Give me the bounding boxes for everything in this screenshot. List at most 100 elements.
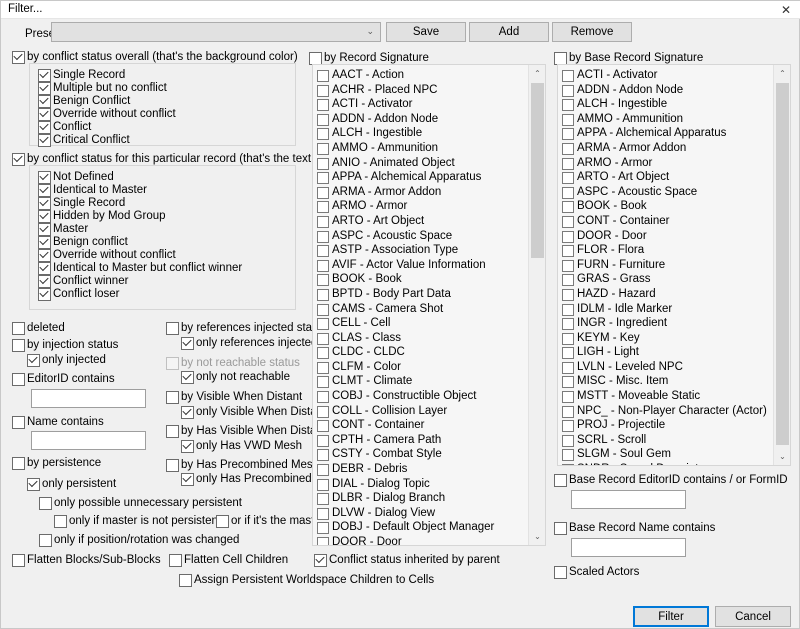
by-not-reachable-status-checkbox[interactable]: by not reachable status [166, 357, 300, 370]
base-record-signature-scrollbar[interactable]: ⌃ ⌄ [773, 65, 790, 465]
list-item[interactable]: KEYM - Key [562, 331, 773, 346]
list-item[interactable]: ACHR - Placed NPC [317, 83, 528, 98]
record-item-6[interactable]: Override without conflict [38, 249, 176, 262]
editorid-contains-checkbox[interactable]: EditorID contains [12, 373, 115, 386]
list-item[interactable]: CLDC - CLDC [317, 345, 528, 360]
record-signature-scrollbar[interactable]: ⌃ ⌄ [528, 65, 545, 545]
list-item[interactable]: ALCH - Ingestible [562, 97, 773, 112]
name-contains-checkbox[interactable]: Name contains [12, 416, 104, 429]
scrollbar-thumb[interactable] [776, 83, 789, 445]
list-item[interactable]: ARTO - Art Object [562, 170, 773, 185]
list-item[interactable]: LVLN - Leveled NPC [562, 360, 773, 375]
save-button[interactable]: Save [386, 22, 466, 42]
add-button[interactable]: Add [469, 22, 549, 42]
list-item[interactable]: CONT - Container [317, 418, 528, 433]
list-item[interactable]: DLVW - Dialog View [317, 506, 528, 521]
list-item[interactable]: ASPC - Acoustic Space [562, 185, 773, 200]
base-editorid-input[interactable] [571, 490, 686, 509]
overall-item-2[interactable]: Benign Conflict [38, 95, 130, 108]
list-item[interactable]: AMMO - Ammunition [317, 141, 528, 156]
list-item[interactable]: ANIO - Animated Object [317, 156, 528, 171]
list-item[interactable]: DOBJ - Default Object Manager [317, 520, 528, 535]
list-item[interactable]: ALCH - Ingestible [317, 126, 528, 141]
name-input[interactable] [31, 431, 146, 450]
list-item[interactable]: AACT - Action [317, 68, 528, 83]
assign-persistent-worldspace-checkbox[interactable]: Assign Persistent Worldspace Children to… [179, 574, 434, 587]
list-item[interactable]: PROJ - Projectile [562, 418, 773, 433]
list-item[interactable]: BOOK - Book [562, 199, 773, 214]
list-item[interactable]: COBJ - Constructible Object [317, 389, 528, 404]
list-item[interactable]: CPTH - Camera Path [317, 433, 528, 448]
only-injected-checkbox[interactable]: only injected [27, 354, 106, 367]
base-name-input[interactable] [571, 538, 686, 557]
list-item[interactable]: DOOR - Door [317, 535, 528, 545]
list-item[interactable]: APPA - Alchemical Apparatus [317, 170, 528, 185]
list-item[interactable]: FLOR - Flora [562, 243, 773, 258]
list-item[interactable]: MISC - Misc. Item [562, 374, 773, 389]
list-item[interactable]: DLBR - Dialog Branch [317, 491, 528, 506]
record-item-4[interactable]: Master [38, 223, 88, 236]
by-visible-when-distant-checkbox[interactable]: by Visible When Distant [166, 391, 302, 404]
list-item[interactable]: LIGH - Light [562, 345, 773, 360]
record-item-8[interactable]: Conflict winner [38, 275, 128, 288]
list-item[interactable]: GRAS - Grass [562, 272, 773, 287]
list-item[interactable]: APPA - Alchemical Apparatus [562, 126, 773, 141]
list-item[interactable]: BPTD - Body Part Data [317, 287, 528, 302]
list-item[interactable]: CONT - Container [562, 214, 773, 229]
by-has-precombined-mesh-checkbox[interactable]: by Has Precombined Mesh [166, 459, 319, 472]
by-injection-status-checkbox[interactable]: by injection status [12, 339, 118, 352]
preset-combobox[interactable]: ⌄ [51, 22, 381, 42]
base-record-signature-listbox[interactable]: ACTI - Activator ADDN - Addon Node ALCH - … [557, 64, 791, 466]
list-item[interactable]: CAMS - Camera Shot [317, 302, 528, 317]
list-item[interactable]: NPC_ - Non-Player Character (Actor) [562, 404, 773, 419]
list-item[interactable]: CLMT - Climate [317, 374, 528, 389]
overall-item-0[interactable]: Single Record [38, 69, 125, 82]
only-possible-unnecessary-persistent-checkbox[interactable]: only possible unnecessary persistent [39, 497, 242, 510]
list-item[interactable]: MSTT - Moveable Static [562, 389, 773, 404]
list-item[interactable]: ARMO - Armor [317, 199, 528, 214]
only-not-reachable-checkbox[interactable]: only not reachable [181, 371, 290, 384]
scroll-down-icon[interactable]: ⌄ [774, 448, 790, 465]
remove-button[interactable]: Remove [552, 22, 632, 42]
list-item[interactable]: BOOK - Book [317, 272, 528, 287]
only-references-injected-checkbox[interactable]: only references injected [181, 337, 317, 350]
overall-item-5[interactable]: Critical Conflict [38, 134, 130, 147]
base-name-contains-checkbox[interactable]: Base Record Name contains [554, 522, 715, 535]
record-item-5[interactable]: Benign conflict [38, 236, 128, 249]
only-if-position-rotation-changed-checkbox[interactable]: only if position/rotation was changed [39, 534, 239, 547]
list-item[interactable]: ASPC - Acoustic Space [317, 229, 528, 244]
scroll-up-icon[interactable]: ⌃ [529, 65, 545, 82]
record-item-1[interactable]: Identical to Master [38, 184, 147, 197]
record-item-0[interactable]: Not Defined [38, 171, 114, 184]
only-visible-when-distant-checkbox[interactable]: only Visible When Distant [181, 406, 326, 419]
list-item[interactable]: CELL - Cell [317, 316, 528, 331]
list-item[interactable]: AMMO - Ammunition [562, 112, 773, 127]
list-item[interactable]: CLFM - Color [317, 360, 528, 375]
only-persistent-checkbox[interactable]: only persistent [27, 478, 116, 491]
cancel-button[interactable]: Cancel [715, 606, 791, 627]
list-item[interactable]: ARTO - Art Object [317, 214, 528, 229]
list-item[interactable]: INGR - Ingredient [562, 316, 773, 331]
list-item[interactable]: COLL - Collision Layer [317, 404, 528, 419]
scroll-down-icon[interactable]: ⌄ [529, 528, 545, 545]
flatten-cell-children-checkbox[interactable]: Flatten Cell Children [169, 554, 288, 567]
list-item[interactable]: ARMA - Armor Addon [317, 185, 528, 200]
or-if-its-the-master-checkbox[interactable]: or if it's the master [216, 515, 325, 528]
list-item[interactable]: ACTI - Activator [317, 97, 528, 112]
list-item[interactable]: SNDR - Sound Descriptor [562, 462, 773, 465]
overall-item-4[interactable]: Conflict [38, 121, 91, 134]
by-references-injected-status-checkbox[interactable]: by references injected status [166, 322, 327, 335]
only-if-master-not-persistent-checkbox[interactable]: only if master is not persistent [54, 515, 221, 528]
list-item[interactable]: CLAS - Class [317, 331, 528, 346]
scrollbar-thumb[interactable] [531, 83, 544, 258]
list-item[interactable]: ARMA - Armor Addon [562, 141, 773, 156]
record-item-7[interactable]: Identical to Master but conflict winner [38, 262, 242, 275]
record-signature-listbox[interactable]: AACT - Action ACHR - Placed NPC ACTI - Act… [312, 64, 546, 546]
scaled-actors-checkbox[interactable]: Scaled Actors [554, 566, 639, 579]
flatten-blocks-checkbox[interactable]: Flatten Blocks/Sub-Blocks [12, 554, 161, 567]
list-item[interactable]: HAZD - Hazard [562, 287, 773, 302]
list-item[interactable]: SLGM - Soul Gem [562, 447, 773, 462]
list-item[interactable]: IDLM - Idle Marker [562, 302, 773, 317]
record-item-9[interactable]: Conflict loser [38, 288, 119, 301]
by-persistence-checkbox[interactable]: by persistence [12, 457, 101, 470]
